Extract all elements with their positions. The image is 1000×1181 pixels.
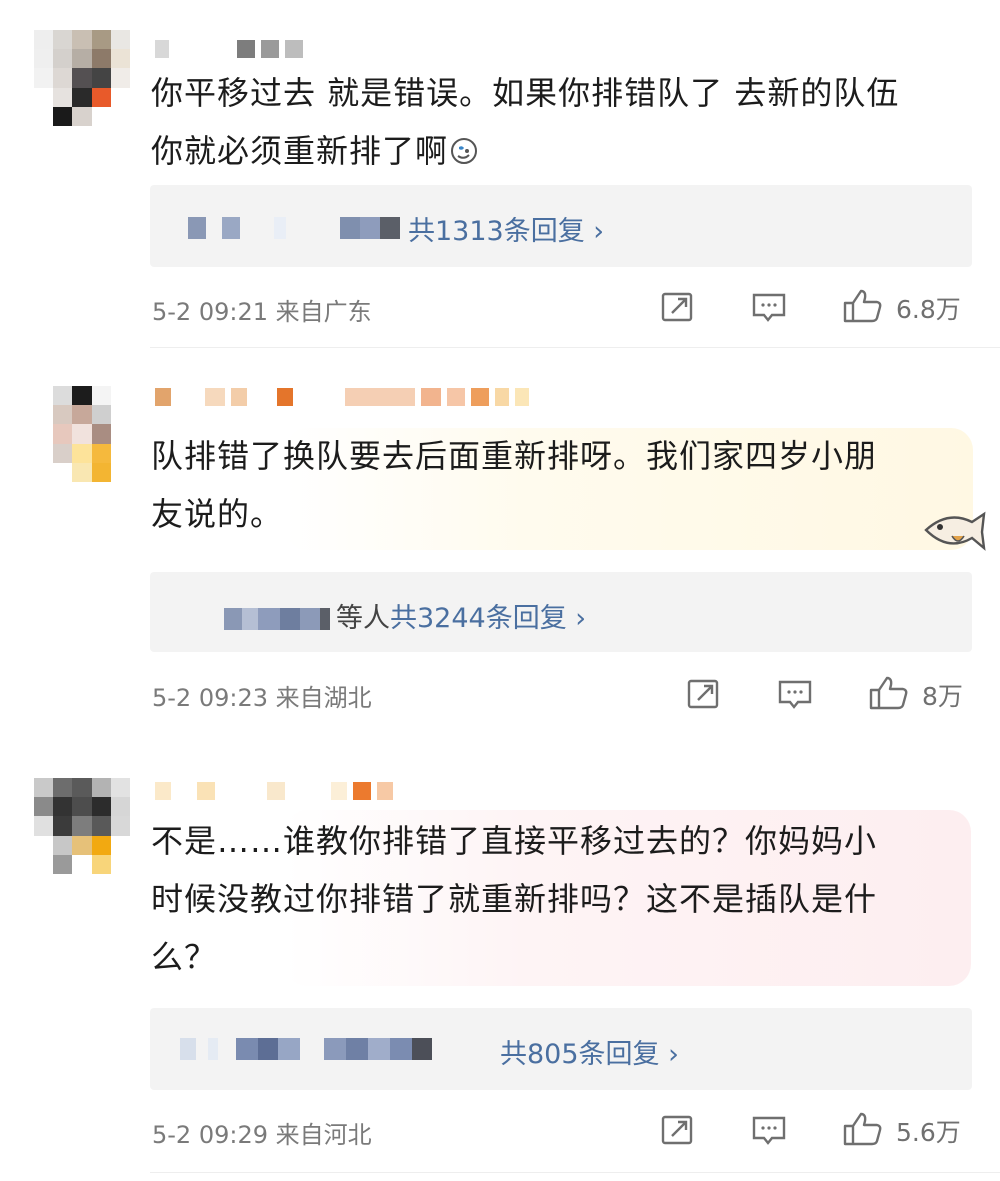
like-icon[interactable] [842, 1111, 884, 1147]
comment-item-3: 不是……谁教你排错了直接平移过去的？你妈妈小 时候没教过你排错了就重新排吗？这不… [0, 0, 1000, 1181]
avatar[interactable] [34, 778, 130, 874]
reply-names-blurred [180, 1038, 432, 1060]
divider [150, 1172, 1000, 1173]
share-icon[interactable] [660, 1114, 696, 1146]
comment-text: 不是……谁教你排错了直接平移过去的？你妈妈小 时候没教过你排错了就重新排吗？这不… [151, 812, 971, 986]
comment-icon[interactable] [750, 1114, 788, 1146]
time-location: 5-2 09:29 来自河北 [152, 1121, 372, 1149]
replies-preview[interactable]: 共805条回复 › [150, 1008, 972, 1090]
comment-text-line: 时候没教过你排错了就重新排吗？这不是插队是什 [151, 880, 878, 918]
comment-text-line: 不是……谁教你排错了直接平移过去的？你妈妈小 [151, 822, 878, 860]
like-count: 5.6万 [896, 1118, 961, 1147]
username-blurred[interactable] [155, 778, 393, 804]
reply-count-link[interactable]: 共805条回复 › [500, 1032, 679, 1071]
comment-text-line: 么？ [151, 938, 218, 976]
